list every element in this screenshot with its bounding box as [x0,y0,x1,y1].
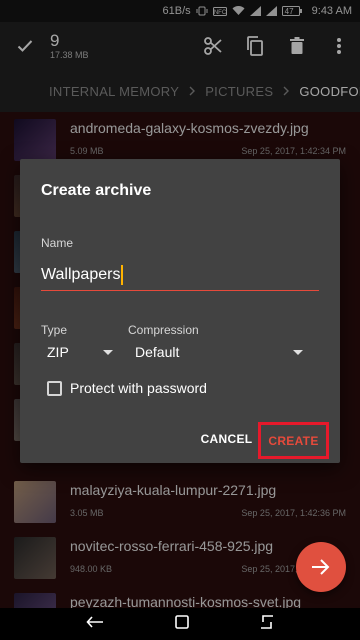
protect-password-label: Protect with password [70,380,207,396]
archive-name-input[interactable]: Wallpapers [41,259,319,291]
system-navigation-bar [0,608,360,640]
arrow-right-icon [312,559,330,575]
create-archive-dialog: Create archive Name Wallpapers Type ZIP … [20,159,340,463]
name-label: Name [41,236,74,250]
cancel-button[interactable]: CANCEL [200,425,253,453]
protect-password-option[interactable]: Protect with password [47,380,207,396]
recents-button[interactable] [260,614,274,634]
protect-password-checkbox[interactable] [47,380,62,396]
back-arrow-icon [86,616,103,628]
proceed-fab-button[interactable] [296,542,346,592]
back-button[interactable] [86,615,104,633]
home-button[interactable] [175,614,189,634]
type-label: Type [41,323,68,337]
compression-select[interactable]: Default [135,338,303,366]
recents-icon [261,614,274,629]
dropdown-arrow-icon [293,349,303,355]
type-select[interactable]: ZIP [47,338,113,366]
dialog-title: Create archive [41,182,152,199]
type-value: ZIP [47,344,69,360]
text-cursor [121,264,124,285]
compression-value: Default [135,344,180,360]
create-button[interactable]: CREATE [258,422,329,459]
compression-label: Compression [128,323,199,337]
dropdown-arrow-icon [103,349,113,355]
home-square-icon [175,614,189,629]
archive-name-value: Wallpapers [41,265,121,283]
